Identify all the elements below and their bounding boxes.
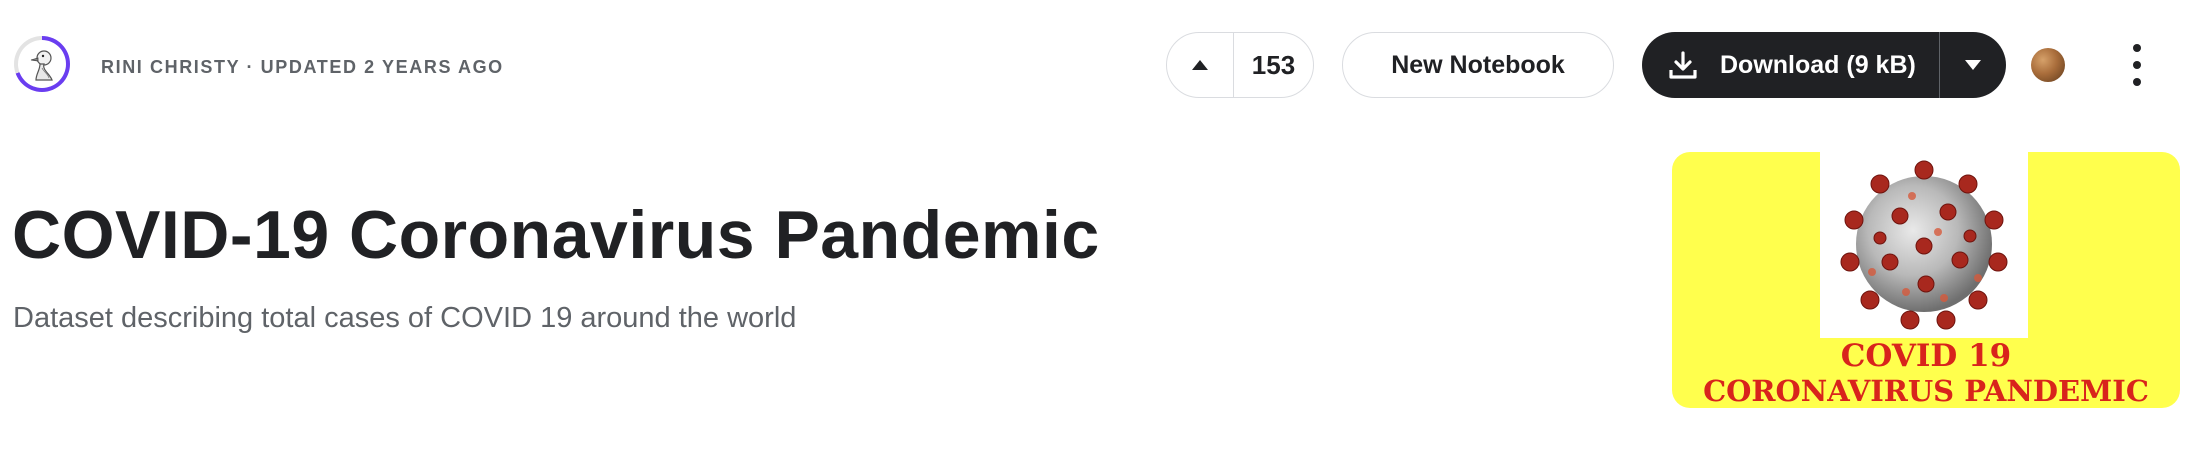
new-notebook-button[interactable]: New Notebook [1342, 32, 1614, 98]
author-avatar[interactable] [14, 36, 70, 92]
upvote-group: 153 [1166, 32, 1314, 98]
caret-up-icon [1192, 60, 1208, 70]
cover-title-line2: CORONAVIRUS PANDEMIC [1703, 374, 2149, 408]
cover-title-line1: COVID 19 [1840, 338, 2012, 374]
download-menu-button[interactable] [1939, 32, 2006, 98]
upvote-count: 153 [1251, 49, 1296, 80]
page-subtitle: Dataset describing total cases of COVID … [13, 302, 797, 334]
duck-avatar-icon [18, 40, 66, 88]
download-button-group: Download (9 kB) [1642, 32, 2006, 98]
dataset-cover-image: COVID 19 CORONAVIRUS PANDEMIC [1672, 152, 2180, 408]
download-label: Download (9 kB) [1720, 50, 1916, 79]
download-icon [1669, 51, 1697, 79]
upvote-button[interactable] [1167, 33, 1234, 97]
profile-avatar-icon[interactable] [2031, 48, 2065, 82]
page-title: COVID-19 Coronavirus Pandemic [12, 197, 1100, 273]
caret-down-icon [1965, 60, 1981, 70]
dataset-header: RINI CHRISTY · UPDATED 2 YEARS AGO 153 N… [0, 0, 2200, 472]
download-button[interactable]: Download (9 kB) [1642, 32, 1939, 98]
author-meta[interactable]: RINI CHRISTY · UPDATED 2 YEARS AGO [101, 57, 504, 78]
more-vertical-icon[interactable] [2120, 44, 2154, 86]
virus-image [1820, 152, 2028, 338]
